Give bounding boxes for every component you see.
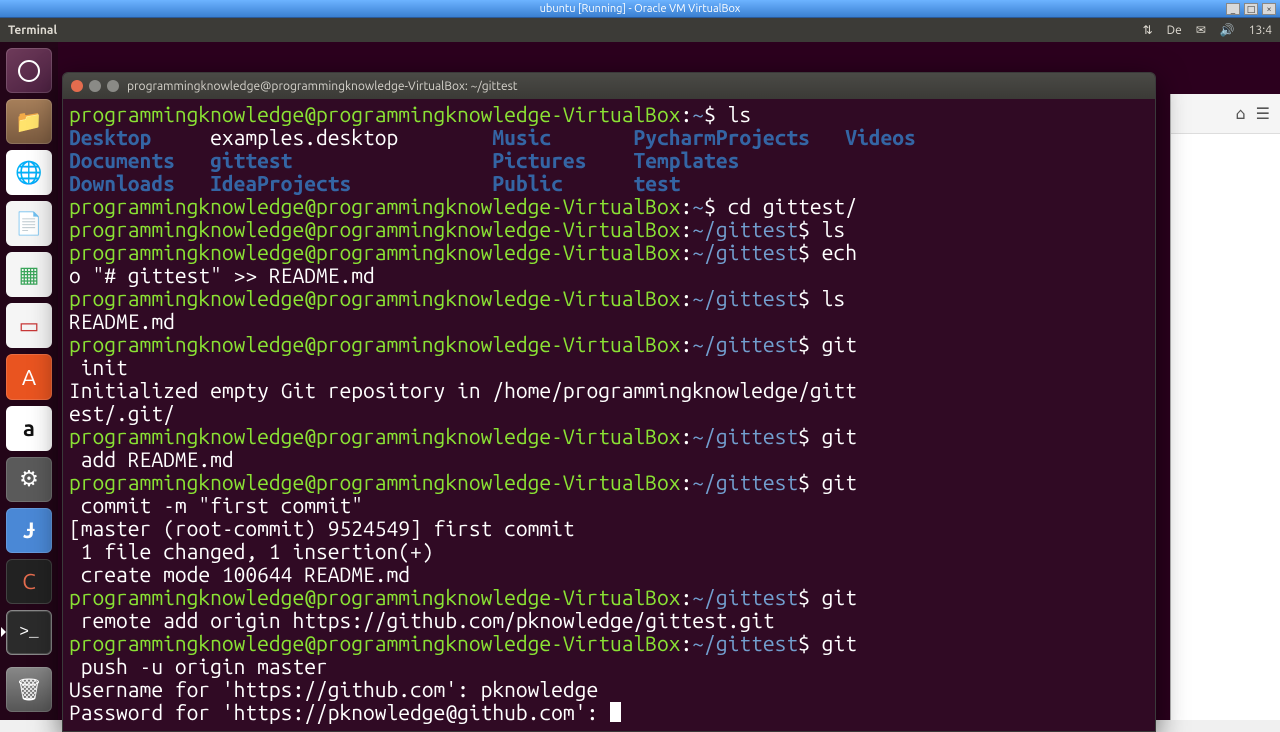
maximize-button[interactable]: □ [1244, 3, 1258, 15]
settings-icon[interactable]: ⚙ [6, 457, 52, 502]
software-center-icon[interactable]: A [6, 354, 52, 399]
active-app-label: Terminal [8, 24, 57, 37]
minimize-button[interactable]: _ [1226, 3, 1240, 15]
firefox-icon[interactable]: 🌐 [6, 150, 52, 195]
terminal-body[interactable]: programmingknowledge@programmingknowledg… [63, 99, 1155, 731]
virtualbox-titlebar: ubuntu [Running] - Oracle VM VirtualBox … [0, 0, 1280, 18]
terminal-title: programmingknowledge@programmingknowledg… [127, 80, 518, 93]
amazon-icon[interactable]: a [6, 406, 52, 451]
libreoffice-impress-icon[interactable]: ▭ [6, 303, 52, 348]
trash-icon[interactable]: 🗑 [6, 667, 52, 712]
terminal-close-button[interactable] [71, 80, 83, 92]
ubuntu-top-bar: Terminal ⇅ De ✉ 🔊 13:4 [0, 18, 1280, 42]
unity-launcher: 📁 🌐 📄 ▦ ▭ A a ⚙ Ɉ C >_ 🗑 [0, 42, 58, 720]
system-indicators: ⇅ De ✉ 🔊 13:4 [1143, 23, 1272, 37]
messages-icon[interactable]: ✉ [1196, 23, 1206, 37]
network-icon[interactable]: ⇅ [1143, 23, 1153, 37]
terminal-minimize-button[interactable] [89, 80, 101, 92]
keyboard-layout[interactable]: De [1167, 24, 1182, 37]
background-browser-window: ⌂ ☰ [1170, 94, 1280, 720]
clock[interactable]: 13:4 [1249, 24, 1272, 37]
window-controls: _ □ × [1226, 3, 1276, 15]
jetbrains-icon[interactable]: Ɉ [6, 508, 52, 553]
dash-icon[interactable] [6, 48, 52, 93]
ccleaner-icon[interactable]: C [6, 559, 52, 604]
terminal-titlebar[interactable]: programmingknowledge@programmingknowledg… [63, 73, 1155, 99]
files-icon[interactable]: 📁 [6, 99, 52, 144]
home-icon[interactable]: ⌂ [1236, 104, 1246, 123]
vbox-title: ubuntu [Running] - Oracle VM VirtualBox [540, 3, 741, 15]
desktop: 📁 🌐 📄 ▦ ▭ A a ⚙ Ɉ C >_ 🗑 ⌂ ☰ programming… [0, 42, 1280, 720]
sound-icon[interactable]: 🔊 [1220, 23, 1235, 37]
terminal-window: programmingknowledge@programmingknowledg… [62, 72, 1156, 732]
terminal-maximize-button[interactable] [107, 80, 119, 92]
libreoffice-calc-icon[interactable]: ▦ [6, 252, 52, 297]
terminal-launcher-icon[interactable]: >_ [6, 610, 52, 655]
close-button[interactable]: × [1262, 3, 1276, 15]
hamburger-icon[interactable]: ☰ [1256, 104, 1270, 123]
libreoffice-writer-icon[interactable]: 📄 [6, 201, 52, 246]
